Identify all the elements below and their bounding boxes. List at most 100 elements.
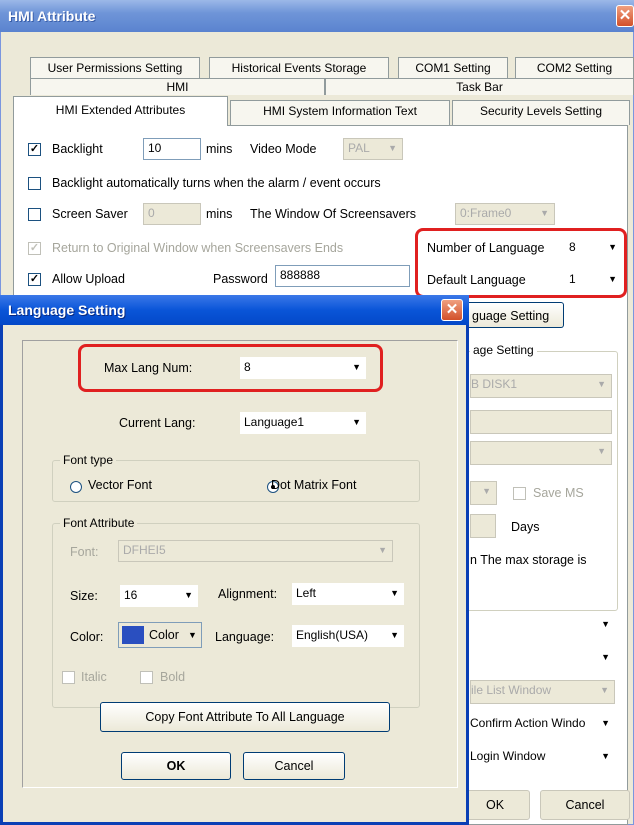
current-lang-select[interactable]: Language1 ▼ — [240, 412, 366, 434]
video-mode-value: PAL — [348, 141, 370, 155]
chevron-down-icon: ▼ — [597, 379, 606, 389]
size-select[interactable]: 16 ▼ — [120, 585, 198, 607]
chevron-down-icon: ▼ — [390, 630, 399, 640]
password-label: Password — [213, 272, 268, 286]
days-input[interactable] — [470, 514, 496, 538]
chevron-down-icon: ▼ — [601, 751, 610, 761]
language-setting-button[interactable]: guage Setting — [458, 302, 564, 328]
storage-path-input[interactable] — [470, 410, 612, 434]
dialog-close-icon[interactable]: ✕ — [441, 299, 463, 321]
chevron-down-icon: ▼ — [601, 652, 610, 662]
chevron-down-icon: ▼ — [601, 718, 610, 728]
login-window-value: Login Window — [470, 749, 546, 763]
alignment-select[interactable]: Left ▼ — [292, 583, 404, 605]
screen-saver-label: Screen Saver — [52, 207, 128, 221]
confirm-action-window-value: Confirm Action Windo — [470, 716, 586, 730]
window-select-1[interactable]: ▼ — [470, 614, 615, 636]
chevron-down-icon: ▼ — [388, 143, 397, 153]
chevron-down-icon: ▼ — [352, 362, 361, 372]
backlight-checkbox[interactable]: ✓ — [28, 143, 41, 156]
chevron-down-icon: ▼ — [600, 685, 609, 695]
language-highlight-box — [415, 228, 627, 298]
main-cancel-button[interactable]: Cancel — [540, 790, 630, 820]
file-list-window-value: ile List Window — [471, 683, 552, 697]
tab-hmi[interactable]: HMI — [30, 78, 325, 95]
file-list-window-select[interactable]: ile List Window ▼ — [470, 680, 615, 704]
italic-checkbox[interactable] — [62, 671, 75, 684]
tab-historical-events[interactable]: Historical Events Storage — [209, 57, 389, 79]
current-lang-value: Language1 — [244, 415, 305, 429]
screen-saver-mins-label: mins — [206, 207, 233, 221]
vector-font-label: Vector Font — [88, 478, 152, 492]
max-lang-label: Max Lang Num: — [104, 361, 193, 375]
screensaver-window-value: 0:Frame0 — [460, 206, 512, 220]
dot-matrix-font-label: Dot Matrix Font — [271, 478, 357, 492]
alignment-value: Left — [296, 586, 317, 600]
login-window-select[interactable]: Login Window ▼ — [470, 746, 615, 768]
chevron-down-icon: ▼ — [597, 446, 606, 456]
backlight-alarm-label: Backlight automatically turns when the a… — [52, 176, 381, 190]
bold-checkbox[interactable] — [140, 671, 153, 684]
chevron-down-icon: ▼ — [378, 545, 387, 555]
screensaver-window-select[interactable]: 0:Frame0 ▼ — [455, 203, 555, 225]
backlight-mins-label: mins — [206, 142, 233, 156]
tab-com1[interactable]: COM1 Setting — [398, 57, 508, 79]
chevron-down-icon: ▼ — [390, 588, 399, 598]
tab-hmi-system-information[interactable]: HMI System Information Text — [230, 100, 450, 125]
storage-period-select[interactable]: ▼ — [470, 481, 497, 505]
max-lang-value: 8 — [244, 360, 251, 374]
font-type-title: Font type — [60, 453, 117, 467]
main-ok-button[interactable]: OK — [460, 790, 530, 820]
storage-device-value: B DISK1 — [471, 377, 518, 391]
days-label: Days — [511, 520, 540, 534]
chevron-down-icon: ▼ — [184, 590, 193, 600]
alignment-label: Alignment: — [218, 587, 278, 601]
chevron-down-icon: ▼ — [188, 630, 197, 640]
return-original-label: Return to Original Window when Screensav… — [52, 241, 344, 255]
vector-font-radio[interactable] — [70, 480, 82, 493]
language-select[interactable]: English(USA) ▼ — [292, 625, 404, 647]
font-attribute-title: Font Attribute — [60, 516, 138, 530]
backlight-input[interactable]: 10 — [143, 138, 201, 160]
confirm-action-window-select[interactable]: Confirm Action Windo ▼ — [470, 713, 615, 735]
main-close-icon[interactable]: ✕ — [616, 5, 634, 27]
tab-user-permissions[interactable]: User Permissions Setting — [30, 57, 200, 79]
password-input[interactable]: 888888 — [275, 265, 410, 287]
font-select[interactable]: DFHEI5 ▼ — [118, 540, 393, 562]
current-lang-label: Current Lang: — [119, 416, 196, 430]
save-ms-checkbox[interactable] — [513, 487, 526, 500]
font-value: DFHEI5 — [123, 543, 166, 557]
screen-saver-input[interactable]: 0 — [143, 203, 201, 225]
window-of-screensavers-label: The Window Of Screensavers — [250, 207, 417, 221]
allow-upload-checkbox[interactable]: ✓ — [28, 273, 41, 286]
max-lang-select[interactable]: 8 ▼ — [240, 357, 366, 379]
storage-group-title: age Setting — [470, 343, 537, 357]
tab-hmi-extended-attributes[interactable]: HMI Extended Attributes — [13, 96, 228, 126]
save-ms-label: Save MS — [533, 486, 584, 500]
color-label: Color: — [70, 630, 104, 644]
tab-com2[interactable]: COM2 Setting — [515, 57, 634, 79]
screen-saver-checkbox[interactable] — [28, 208, 41, 221]
window-select-2[interactable]: ▼ — [470, 647, 615, 669]
font-label: Font: — [70, 545, 99, 559]
chevron-down-icon: ▼ — [482, 486, 491, 496]
color-picker-button[interactable]: Color ▼ — [118, 622, 202, 648]
return-original-checkbox[interactable]: ✓ — [28, 242, 41, 255]
tab-task-bar[interactable]: Task Bar — [325, 78, 634, 95]
window-title: HMI Attribute — [8, 8, 96, 24]
storage-option-select[interactable]: ▼ — [470, 441, 612, 465]
italic-label: Italic — [81, 670, 107, 684]
color-button-label: Color — [149, 628, 179, 642]
dialog-ok-button[interactable]: OK — [121, 752, 231, 780]
storage-device-select[interactable]: B DISK1 ▼ — [470, 374, 612, 398]
dialog-cancel-button[interactable]: Cancel — [243, 752, 345, 780]
backlight-alarm-checkbox[interactable] — [28, 177, 41, 190]
allow-upload-label: Allow Upload — [52, 272, 125, 286]
language-value: English(USA) — [296, 628, 369, 642]
max-storage-text: n The max storage is — [470, 553, 587, 567]
dialog-title: Language Setting — [8, 302, 126, 318]
chevron-down-icon: ▼ — [352, 417, 361, 427]
video-mode-select[interactable]: PAL ▼ — [343, 138, 403, 160]
copy-font-attribute-button[interactable]: Copy Font Attribute To All Language — [100, 702, 390, 732]
tab-security-levels[interactable]: Security Levels Setting — [452, 100, 630, 125]
